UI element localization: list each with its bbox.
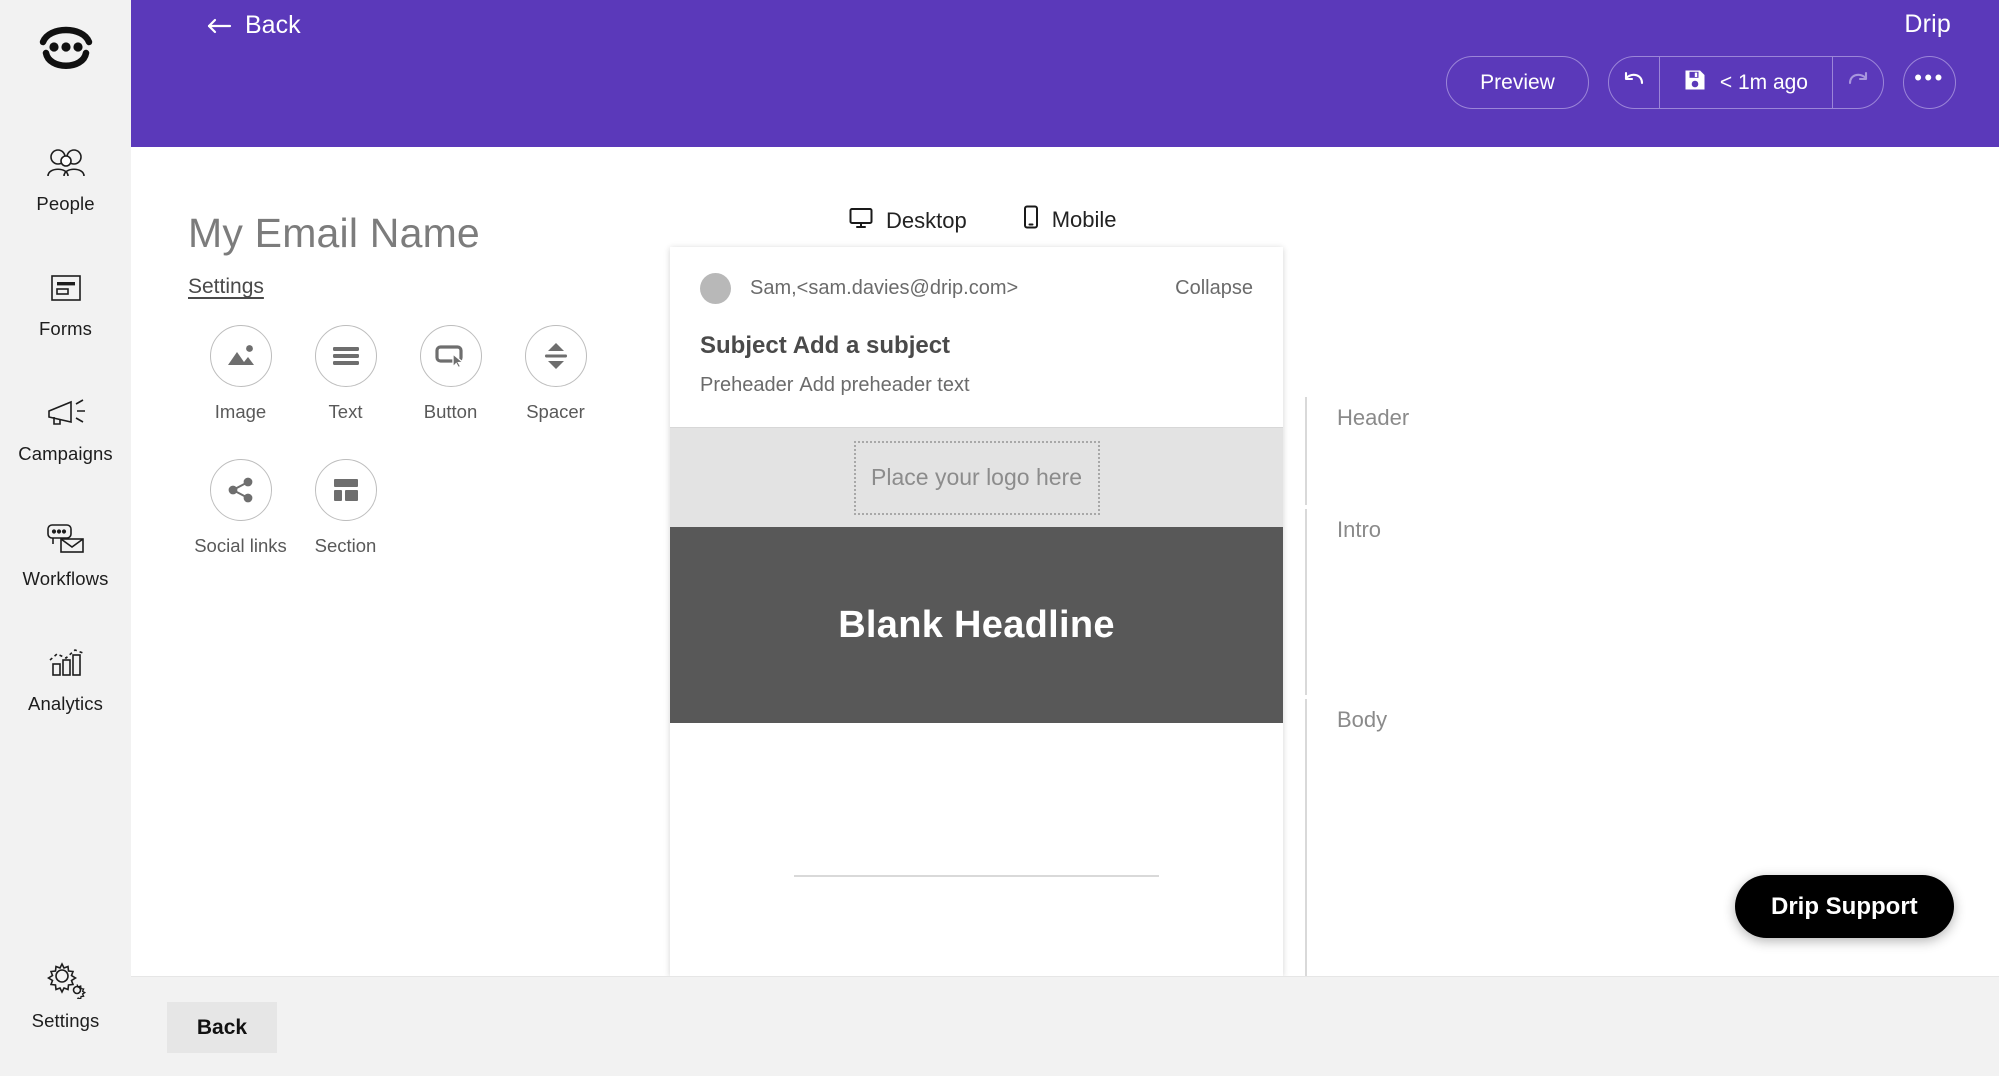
avatar bbox=[700, 273, 731, 304]
image-icon bbox=[209, 325, 272, 387]
redo-arrow-icon bbox=[1846, 70, 1870, 95]
structure-section-label: Body bbox=[1337, 707, 1388, 732]
back-link[interactable]: Back bbox=[206, 11, 301, 40]
save-button[interactable]: < 1m ago bbox=[1658, 57, 1833, 108]
email-logo-band[interactable]: Place your logo here bbox=[670, 427, 1283, 527]
more-options-button[interactable]: ••• bbox=[1903, 56, 1956, 109]
subject-label: Subject bbox=[700, 332, 787, 359]
email-headline-block[interactable]: Blank Headline bbox=[670, 527, 1283, 723]
editor-main: My Email Name Settings Image Text Button… bbox=[131, 147, 1999, 976]
editor-bottombar: Back bbox=[131, 976, 1999, 1076]
share-icon bbox=[209, 459, 272, 521]
button-cursor-icon bbox=[419, 325, 482, 387]
forms-icon bbox=[43, 267, 89, 309]
gear-icon bbox=[43, 959, 89, 1001]
sidebar-item-workflows[interactable]: Workflows bbox=[0, 503, 131, 602]
sidebar-item-label: Settings bbox=[31, 1010, 100, 1031]
back-link-label: Back bbox=[245, 11, 301, 39]
save-floppy-icon bbox=[1684, 69, 1706, 97]
preheader-label: Preheader bbox=[700, 374, 794, 396]
brand-name: Drip bbox=[1904, 10, 1951, 38]
structure-section-label: Header bbox=[1337, 405, 1410, 430]
palette-item-social-links[interactable]: Social links bbox=[188, 459, 293, 557]
palette-item-label: Spacer bbox=[526, 401, 585, 422]
palette-item-label: Section bbox=[314, 535, 377, 556]
campaigns-icon bbox=[43, 392, 89, 434]
structure-section-label: Intro bbox=[1337, 517, 1382, 542]
save-status-label: < 1m ago bbox=[1719, 70, 1808, 94]
palette-item-spacer[interactable]: Spacer bbox=[503, 325, 608, 423]
email-settings-link[interactable]: Settings bbox=[188, 275, 264, 299]
palette-item-text[interactable]: Text bbox=[293, 325, 398, 423]
palette-item-label: Image bbox=[214, 401, 267, 422]
section-rule bbox=[1305, 509, 1307, 695]
page-title: My Email Name bbox=[188, 210, 480, 256]
sidebar-item-label: Campaigns bbox=[18, 443, 113, 464]
email-meta-header: Sam,<sam.davies@drip.com> Collapse Subje… bbox=[670, 247, 1283, 427]
email-preheader-row[interactable]: Preheader Add preheader text bbox=[700, 374, 1253, 397]
workflows-icon bbox=[43, 517, 89, 559]
app-root: People Forms Campaigns Workflows Analyti… bbox=[0, 0, 1999, 1076]
desktop-monitor-icon bbox=[849, 207, 873, 235]
save-button-group: < 1m ago bbox=[1607, 56, 1884, 109]
email-subject-row[interactable]: Subject Add a subject bbox=[700, 332, 1253, 360]
text-lines-icon bbox=[314, 325, 377, 387]
element-palette: Image Text Button Spacer Social links Se… bbox=[188, 325, 708, 593]
undo-button[interactable] bbox=[1609, 57, 1659, 108]
section-layout-icon bbox=[314, 459, 377, 521]
analytics-icon bbox=[43, 642, 89, 684]
email-preview-panel: Sam,<sam.davies@drip.com> Collapse Subje… bbox=[670, 247, 1283, 976]
undo-arrow-icon bbox=[1622, 70, 1646, 95]
sidebar-item-label: Forms bbox=[39, 318, 92, 339]
arrow-left-icon bbox=[206, 17, 232, 35]
spacer-arrows-icon bbox=[524, 325, 587, 387]
preview-button[interactable]: Preview bbox=[1446, 56, 1589, 109]
subject-value: Add a subject bbox=[792, 332, 951, 359]
structure-section-intro[interactable]: Intro bbox=[1299, 509, 1999, 695]
palette-item-label: Text bbox=[328, 401, 363, 422]
drip-support-button[interactable]: Drip Support bbox=[1735, 875, 1954, 938]
palette-item-label: Social links bbox=[194, 535, 287, 556]
email-body-block[interactable] bbox=[670, 723, 1283, 883]
sidebar-item-forms[interactable]: Forms bbox=[0, 253, 131, 352]
editor-topbar: Back Drip Preview < 1m ago ••• bbox=[131, 0, 1999, 147]
email-structure-outline: Header Intro Body bbox=[1299, 147, 1999, 976]
tab-label: Desktop bbox=[886, 208, 967, 233]
palette-item-button[interactable]: Button bbox=[398, 325, 503, 423]
bottom-back-button[interactable]: Back bbox=[167, 1002, 277, 1053]
body-divider bbox=[794, 875, 1159, 877]
people-icon bbox=[43, 142, 89, 184]
sidebar-item-label: Workflows bbox=[22, 568, 109, 589]
email-from-address: Sam,<sam.davies@drip.com> bbox=[750, 277, 1019, 299]
preheader-value: Add preheader text bbox=[799, 374, 970, 396]
main-sidebar: People Forms Campaigns Workflows Analyti… bbox=[0, 0, 131, 1076]
logo-dropzone[interactable]: Place your logo here bbox=[853, 440, 1100, 515]
palette-item-image[interactable]: Image bbox=[188, 325, 293, 423]
collapse-link[interactable]: Collapse bbox=[1175, 277, 1253, 300]
tab-label: Mobile bbox=[1051, 207, 1117, 232]
sidebar-item-analytics[interactable]: Analytics bbox=[0, 628, 131, 727]
email-from-row: Sam,<sam.davies@drip.com> Collapse bbox=[700, 273, 1253, 304]
palette-item-section[interactable]: Section bbox=[293, 459, 398, 557]
sidebar-item-campaigns[interactable]: Campaigns bbox=[0, 378, 131, 477]
redo-button[interactable] bbox=[1833, 57, 1883, 108]
headline-text: Blank Headline bbox=[838, 603, 1115, 646]
sidebar-item-label: People bbox=[36, 193, 95, 214]
section-rule bbox=[1305, 397, 1307, 505]
sidebar-item-settings[interactable]: Settings bbox=[0, 945, 131, 1044]
sidebar-item-people[interactable]: People bbox=[0, 128, 131, 227]
structure-section-header[interactable]: Header bbox=[1299, 397, 1999, 505]
sidebar-item-label: Analytics bbox=[28, 693, 103, 714]
mobile-phone-icon bbox=[1023, 205, 1039, 235]
section-rule bbox=[1305, 699, 1307, 976]
drip-logo[interactable] bbox=[33, 16, 99, 82]
palette-item-label: Button bbox=[423, 401, 478, 422]
topbar-actions: Preview < 1m ago ••• bbox=[1446, 56, 1956, 109]
